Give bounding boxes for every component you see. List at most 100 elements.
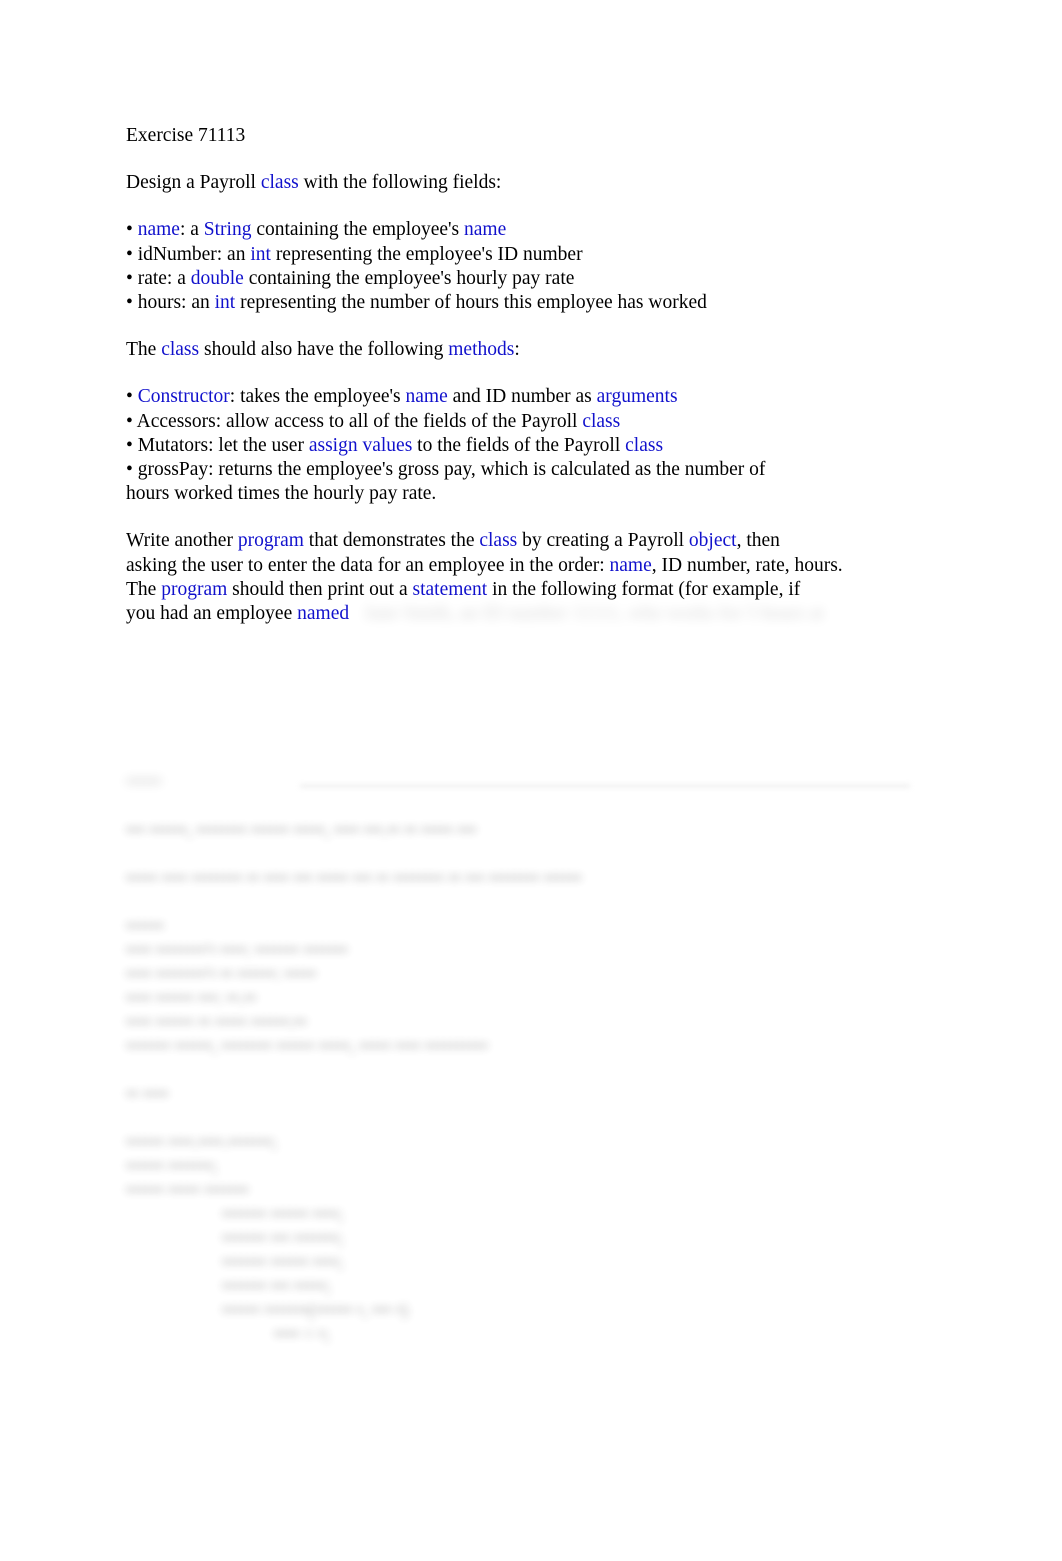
illegible-line: •••• ••••••••'• •• ••••••: •••••	[126, 964, 317, 984]
illegible-lower-section: •••••• ••• ••••••, •••••••• •••••• •••••…	[126, 770, 926, 1346]
method-text: to the fields of the Payroll	[412, 434, 626, 456]
bullet-marker: •	[126, 219, 138, 241]
page-title: Exercise 71113	[126, 125, 246, 146]
illegible-line: ••••• •••• •••••••• •• •••• ••• ••••• ••…	[126, 868, 582, 888]
method-keyword-constructor: Constructor	[137, 386, 230, 408]
closing-text: , ID number, rate, hours.	[651, 554, 843, 576]
method-text: : takes the employee's	[229, 386, 406, 408]
method-keyword-name: name	[405, 386, 448, 408]
bullet-marker: •	[126, 386, 138, 408]
field-type-keyword: int	[250, 243, 271, 265]
methods-intro-text: :	[514, 339, 520, 361]
illegible-output-block: •••••• •••• ••••••••'• ••••: ••••••• •••…	[126, 914, 926, 1058]
closing-keyword-class: class	[479, 530, 518, 552]
closing-text: The	[126, 578, 162, 600]
methods-intro-paragraph: The class should also have the following…	[126, 338, 926, 362]
list-item: • idNumber: an int representing the empl…	[126, 243, 926, 267]
list-item: • grossPay: returns the employee's gross…	[126, 458, 926, 482]
illegible-output-label: ••••••	[126, 916, 164, 936]
methods-intro-text: should also have the following	[199, 339, 449, 361]
closing-keyword-name: name	[609, 554, 652, 576]
list-item-continuation: hours worked times the hourly pay rate.	[126, 482, 926, 506]
methods-intro-keyword-class: class	[161, 339, 200, 361]
field-type-keyword: int	[214, 292, 236, 314]
closing-text: Write another	[126, 530, 238, 552]
bullet-marker: •	[126, 243, 138, 265]
closing-keyword-object: object	[688, 530, 737, 552]
illegible-code-line: •••••• ••••• •••••••	[126, 1180, 249, 1200]
method-keyword-class: class	[582, 410, 621, 432]
intro-keyword-class: class	[260, 172, 299, 194]
illegible-section-label: ••••••	[126, 772, 162, 791]
illegible-code-line: ••••••• •••••• ••••;	[222, 1252, 344, 1272]
closing-text: asking the user to enter the data for an…	[126, 554, 610, 576]
method-text: hours worked times the hourly pay rate.	[126, 483, 437, 505]
closing-line: Write another program that demonstrates …	[126, 529, 926, 553]
field-text: hours: an	[137, 292, 215, 314]
methods-list: • Constructor: takes the employee's name…	[126, 385, 926, 506]
field-name-keyword: name	[464, 219, 507, 241]
illegible-line: •••• ••••••••'• ••••: ••••••• •••••••	[126, 940, 348, 960]
illegible-code-line: ••••••• ••• •••••••;	[222, 1228, 344, 1248]
illegible-code-line: •••••• ••••.••••.•••••••;	[126, 1132, 277, 1152]
intro-paragraph: Design a Payroll class with the followin…	[126, 171, 926, 195]
closing-keyword-named: named	[297, 603, 350, 625]
list-item: • rate: a double containing the employee…	[126, 267, 926, 291]
fields-list: • name: a String containing the employee…	[126, 218, 926, 315]
field-type-keyword: String	[203, 219, 252, 241]
field-text: containing the employee's	[251, 219, 464, 241]
list-item: • name: a String containing the employee…	[126, 218, 926, 242]
bullet-marker: •	[126, 459, 138, 481]
intro-text-pre: Design a Payroll	[126, 172, 261, 194]
bullet-marker: •	[126, 292, 138, 314]
field-text: containing the employee's hourly pay rat…	[243, 267, 575, 289]
illegible-line: •••• •••••• •• ••••• ••••••:••	[126, 1012, 307, 1032]
list-item: • hours: an int representing the number …	[126, 291, 926, 315]
document-body: Exercise 71113 Design a Payroll class wi…	[126, 124, 926, 626]
illegible-code-line: ••••••• •••••• ••••;	[222, 1204, 344, 1224]
closing-line: you had an employee named Jane Smith, an…	[126, 602, 926, 626]
illegible-line: ••••••• ••••••, •••••••• •••••• •••••, •…	[126, 1036, 488, 1056]
bullet-marker: •	[126, 410, 137, 432]
intro-text-post: with the following fields:	[298, 172, 502, 194]
field-text: representing the number of hours this em…	[235, 292, 707, 314]
method-text: Mutators: let the user	[137, 434, 309, 456]
closing-text: should then print out a	[227, 578, 413, 600]
illegible-line: •••• •••••• •••: ••.••	[126, 988, 257, 1008]
field-type-keyword: double	[190, 267, 244, 289]
document-page: Exercise 71113 Design a Payroll class wi…	[0, 0, 1062, 1561]
field-text: idNumber: an	[137, 243, 251, 265]
closing-text: by creating a Payroll	[517, 530, 689, 552]
illegible-line: ••• ••••••, •••••••• •••••• •••••, •••• …	[126, 820, 477, 840]
method-keyword-assign-values: assign values	[308, 434, 413, 456]
list-item: • Constructor: takes the employee's name…	[126, 385, 926, 409]
method-text: grossPay: returns the employee's gross p…	[137, 459, 766, 481]
closing-keyword-statement: statement	[412, 578, 488, 600]
illegible-code-line: •••• = •;	[274, 1324, 330, 1344]
illegible-line: •• ••••	[126, 1084, 169, 1104]
bullet-marker: •	[126, 267, 138, 289]
closing-text: , then	[736, 530, 780, 552]
method-text: and ID number as	[447, 386, 597, 408]
method-keyword-class: class	[625, 434, 664, 456]
illegible-code-line: •••••• •••••••(•••••• •, ••• •)	[222, 1300, 408, 1320]
method-keyword-arguments: arguments	[596, 386, 678, 408]
illegible-code-label: •• ••••	[126, 1082, 926, 1106]
illegible-paragraph-1: ••• ••••••, •••••••• •••••• •••••, •••• …	[126, 818, 926, 842]
method-text: Accessors: allow access to all of the fi…	[136, 410, 583, 432]
illegible-trailing-text: Jane Smith, an ID number 11111, who work…	[349, 603, 824, 625]
illegible-code-block: •••••• ••••.••••.•••••••; •••••• •••••••…	[126, 1130, 926, 1346]
illegible-code-line: ••••••• ••• •••••;	[222, 1276, 331, 1296]
closing-line: The program should then print out a stat…	[126, 578, 926, 602]
illegible-code-line: •••••• •••••••;	[126, 1156, 218, 1176]
field-text: representing the employee's ID number	[270, 243, 583, 265]
field-name-keyword: name	[137, 219, 180, 241]
closing-keyword-program: program	[161, 578, 228, 600]
methods-intro-text: The	[126, 339, 162, 361]
closing-text: that demonstrates the	[303, 530, 480, 552]
closing-paragraph: Write another program that demonstrates …	[126, 529, 926, 626]
